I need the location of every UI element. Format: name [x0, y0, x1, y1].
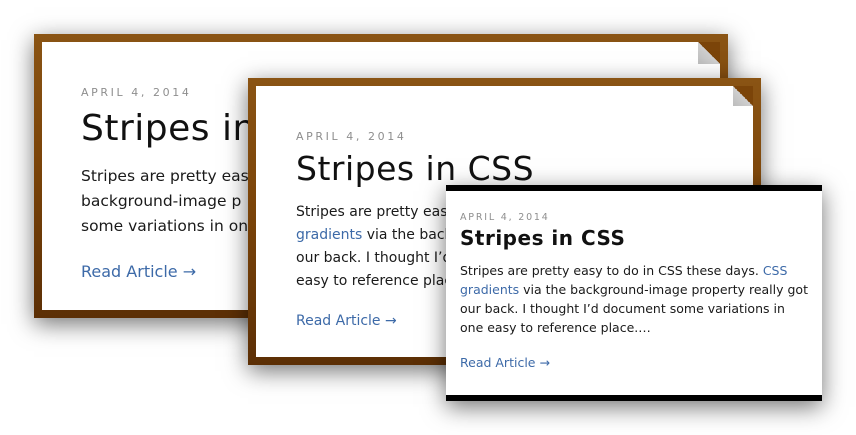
post-excerpt: Stripes are pretty easy to do in CSS the… — [460, 261, 810, 337]
folded-corner-icon — [733, 86, 753, 106]
excerpt-line: background-image p — [81, 192, 242, 210]
css-gradients-link[interactable]: gradients — [296, 227, 362, 243]
post-date: APRIL 4, 2014 — [460, 212, 550, 223]
excerpt-line: Stripes are pretty eas — [296, 204, 448, 220]
read-article-link[interactable]: Read Article → — [460, 355, 550, 370]
stage: APRIL 4, 2014 Stripes in Stripes are pre… — [0, 0, 856, 435]
excerpt-text: Stripes are pretty easy to do in CSS the… — [460, 263, 763, 278]
post-title[interactable]: Stripes in CSS — [460, 226, 810, 251]
excerpt-line: our back. I thought I’d — [296, 250, 452, 266]
article-card-small: APRIL 4, 2014 Stripes in CSS Stripes are… — [446, 185, 822, 401]
post-date: APRIL 4, 2014 — [296, 130, 407, 143]
excerpt-line: via the back — [362, 227, 453, 243]
card-content: APRIL 4, 2014 Stripes in CSS Stripes are… — [460, 212, 810, 371]
folded-corner-icon — [698, 42, 720, 64]
read-article-link[interactable]: Read Article → — [81, 262, 196, 281]
excerpt-line: easy to reference place — [296, 273, 461, 289]
read-article-link[interactable]: Read Article → — [296, 313, 397, 329]
post-title[interactable]: Stripes in CSS — [296, 149, 753, 189]
excerpt-line: Stripes are pretty eas — [81, 167, 249, 185]
excerpt-line: some variations in on — [81, 217, 249, 235]
